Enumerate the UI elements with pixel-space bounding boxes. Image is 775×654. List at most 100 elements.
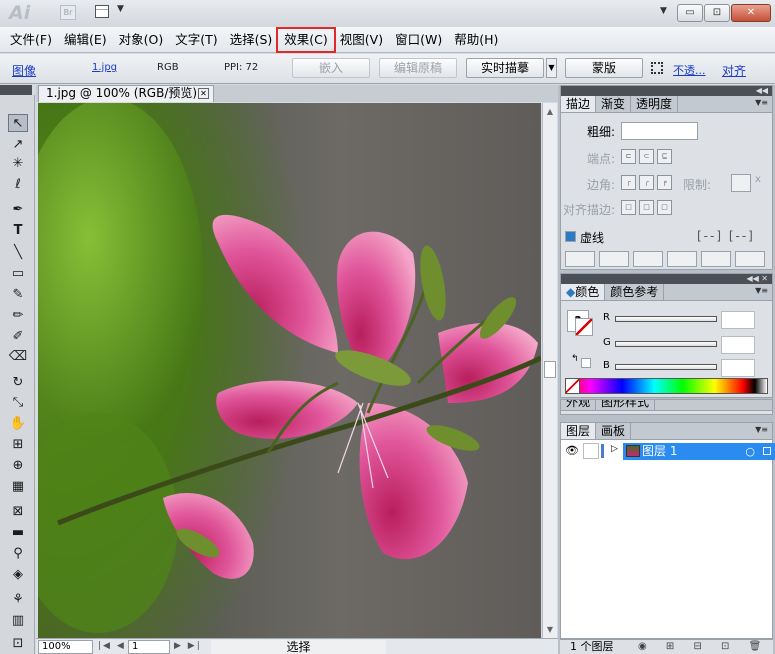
live-trace-dropdown-icon[interactable]: ▼ (546, 58, 557, 78)
tab-layers[interactable]: 图层 (561, 423, 597, 439)
menu-window[interactable]: 窗口(W) (389, 29, 448, 51)
toolbox-header[interactable] (0, 85, 32, 95)
limit-input[interactable] (731, 174, 751, 192)
align-inside-icon[interactable]: □ (639, 200, 654, 215)
menu-effect[interactable]: 效果(C) (276, 26, 336, 53)
minimize-button[interactable]: ▭ (677, 4, 703, 22)
stroke-swatch-none-icon[interactable] (575, 318, 593, 336)
g-value-input[interactable] (721, 336, 755, 354)
round-cap-icon[interactable]: ⊂ (639, 149, 654, 164)
gap-input-3[interactable] (735, 251, 765, 267)
artboard-next-nav-icon[interactable]: ▶ ▶| (174, 641, 202, 651)
zoom-field[interactable]: 100% (38, 640, 93, 654)
align-center-icon[interactable]: □ (621, 200, 636, 215)
menu-edit[interactable]: 编辑(E) (58, 29, 113, 51)
workspace-layout-icon[interactable] (95, 5, 109, 18)
tab-transparency[interactable]: 透明度 (631, 96, 679, 112)
symbol-sprayer-tool-icon[interactable]: ⚘ (8, 591, 28, 609)
document-tab[interactable]: 1.jpg @ 100% (RGB/预览) ✕ (38, 85, 214, 102)
dash-pattern-icon[interactable]: [‐‐] [‐‐] (697, 229, 755, 243)
tab-color[interactable]: ◆颜色 (561, 284, 606, 300)
bevel-join-icon[interactable]: ╒ (657, 175, 672, 190)
eyedropper-tool-icon[interactable]: ⚲ (8, 545, 28, 563)
tab-graphic-styles[interactable]: 图形样式 (596, 400, 656, 410)
embed-button[interactable]: 嵌入 (292, 58, 370, 78)
mask-button[interactable]: 蒙版 (565, 58, 643, 78)
dashed-line-checkbox[interactable] (565, 231, 576, 242)
direct-selection-tool-icon[interactable]: ↗ (8, 136, 28, 154)
object-type-link[interactable]: 图像 (12, 62, 36, 79)
edit-original-button[interactable]: 编辑原稿 (379, 58, 457, 78)
artboard-prev-nav-icon[interactable]: |◀ ◀ (98, 641, 126, 651)
menu-file[interactable]: 文件(F) (4, 29, 58, 51)
layer-selected[interactable]: 图层 1 ○ (623, 443, 775, 460)
r-value-input[interactable] (721, 311, 755, 329)
color-spectrum[interactable] (565, 378, 768, 394)
menu-type[interactable]: 文字(T) (169, 29, 223, 51)
r-slider[interactable] (615, 316, 717, 322)
warp-tool-icon[interactable]: ✋ (8, 415, 28, 433)
rectangle-tool-icon[interactable]: ▭ (8, 265, 28, 283)
panel-menu-icon[interactable]: ▼≡ (755, 286, 768, 295)
b-value-input[interactable] (721, 359, 755, 377)
menu-object[interactable]: 对象(O) (113, 29, 170, 51)
close-button[interactable]: ✕ (731, 4, 771, 22)
lock-toggle[interactable] (583, 443, 599, 459)
column-graph-tool-icon[interactable]: ▥ (8, 612, 28, 630)
tab-stroke[interactable]: 描边 (561, 96, 597, 112)
expand-triangle-icon[interactable]: ▷ (611, 444, 618, 454)
close-tab-icon[interactable]: ✕ (198, 88, 209, 99)
shape-builder-tool-icon[interactable]: ⊕ (8, 457, 28, 475)
align-link[interactable]: 对齐 (722, 62, 746, 79)
scroll-down-icon[interactable]: ▼ (545, 625, 555, 635)
document-canvas[interactable] (38, 103, 541, 638)
dash-input-2[interactable] (633, 251, 663, 267)
type-tool-icon[interactable]: T (8, 222, 28, 240)
free-transform-tool-icon[interactable]: ⊞ (8, 436, 28, 454)
align-outside-icon[interactable]: □ (657, 200, 672, 215)
opacity-link[interactable]: 不透... (673, 62, 706, 78)
scale-tool-icon[interactable]: ⤡ (8, 394, 28, 412)
panel-menu-icon[interactable]: ▼≡ (755, 425, 768, 434)
blob-brush-tool-icon[interactable]: ✐ (8, 328, 28, 346)
transform-icon[interactable] (651, 62, 663, 74)
artboard-tool-icon[interactable]: ⊡ (8, 635, 28, 653)
live-trace-button[interactable]: 实时描摹 (466, 58, 544, 78)
butt-cap-icon[interactable]: ⊏ (621, 149, 636, 164)
weight-input[interactable] (621, 122, 698, 140)
workspace-switcher-chevron-icon[interactable]: ▼ (660, 6, 667, 16)
layer-row[interactable]: 👁 ▷ 图层 1 ○ (561, 442, 775, 461)
dash-input-1[interactable] (565, 251, 595, 267)
menu-view[interactable]: 视图(V) (334, 29, 389, 51)
tab-artboards[interactable]: 画板 (596, 423, 632, 439)
tab-color-guide[interactable]: 颜色参考 (605, 284, 665, 300)
vertical-scrollbar[interactable]: ▲ ▼ (542, 103, 557, 638)
g-slider[interactable] (615, 341, 717, 347)
gradient-tool-icon[interactable]: ▬ (8, 524, 28, 542)
menu-select[interactable]: 选择(S) (224, 29, 279, 51)
none-swatch-icon[interactable] (566, 379, 580, 393)
rotate-tool-icon[interactable]: ↻ (8, 374, 28, 392)
visibility-eye-icon[interactable]: 👁 (565, 444, 579, 457)
artboard-number-field[interactable]: 1 (128, 640, 170, 654)
round-join-icon[interactable]: ╭ (639, 175, 654, 190)
selection-indicator-icon[interactable] (763, 447, 771, 455)
paintbrush-tool-icon[interactable]: ✎ (8, 286, 28, 304)
chevron-down-icon[interactable]: ▼ (117, 4, 124, 14)
selection-tool-icon[interactable]: ↖ (8, 114, 28, 132)
eraser-tool-icon[interactable]: ⌫ (8, 348, 28, 366)
default-colors-icon[interactable]: ↰ (571, 354, 579, 364)
tab-gradient[interactable]: 渐变 (596, 96, 632, 112)
panel-menu-icon[interactable]: ▼≡ (755, 98, 768, 107)
blend-tool-icon[interactable]: ◈ (8, 566, 28, 584)
status-menu[interactable]: 选择 (211, 640, 386, 654)
scroll-thumb[interactable] (544, 361, 556, 378)
scroll-up-icon[interactable]: ▲ (545, 107, 555, 117)
pen-tool-icon[interactable]: ✒ (8, 201, 28, 219)
white-swatch-icon[interactable] (581, 358, 591, 368)
menu-help[interactable]: 帮助(H) (448, 29, 504, 51)
target-circle-icon[interactable]: ○ (745, 443, 755, 460)
tab-appearance[interactable]: 外观 (561, 400, 597, 410)
magic-wand-tool-icon[interactable]: ✳ (8, 155, 28, 173)
bridge-button[interactable]: Br (60, 5, 76, 20)
